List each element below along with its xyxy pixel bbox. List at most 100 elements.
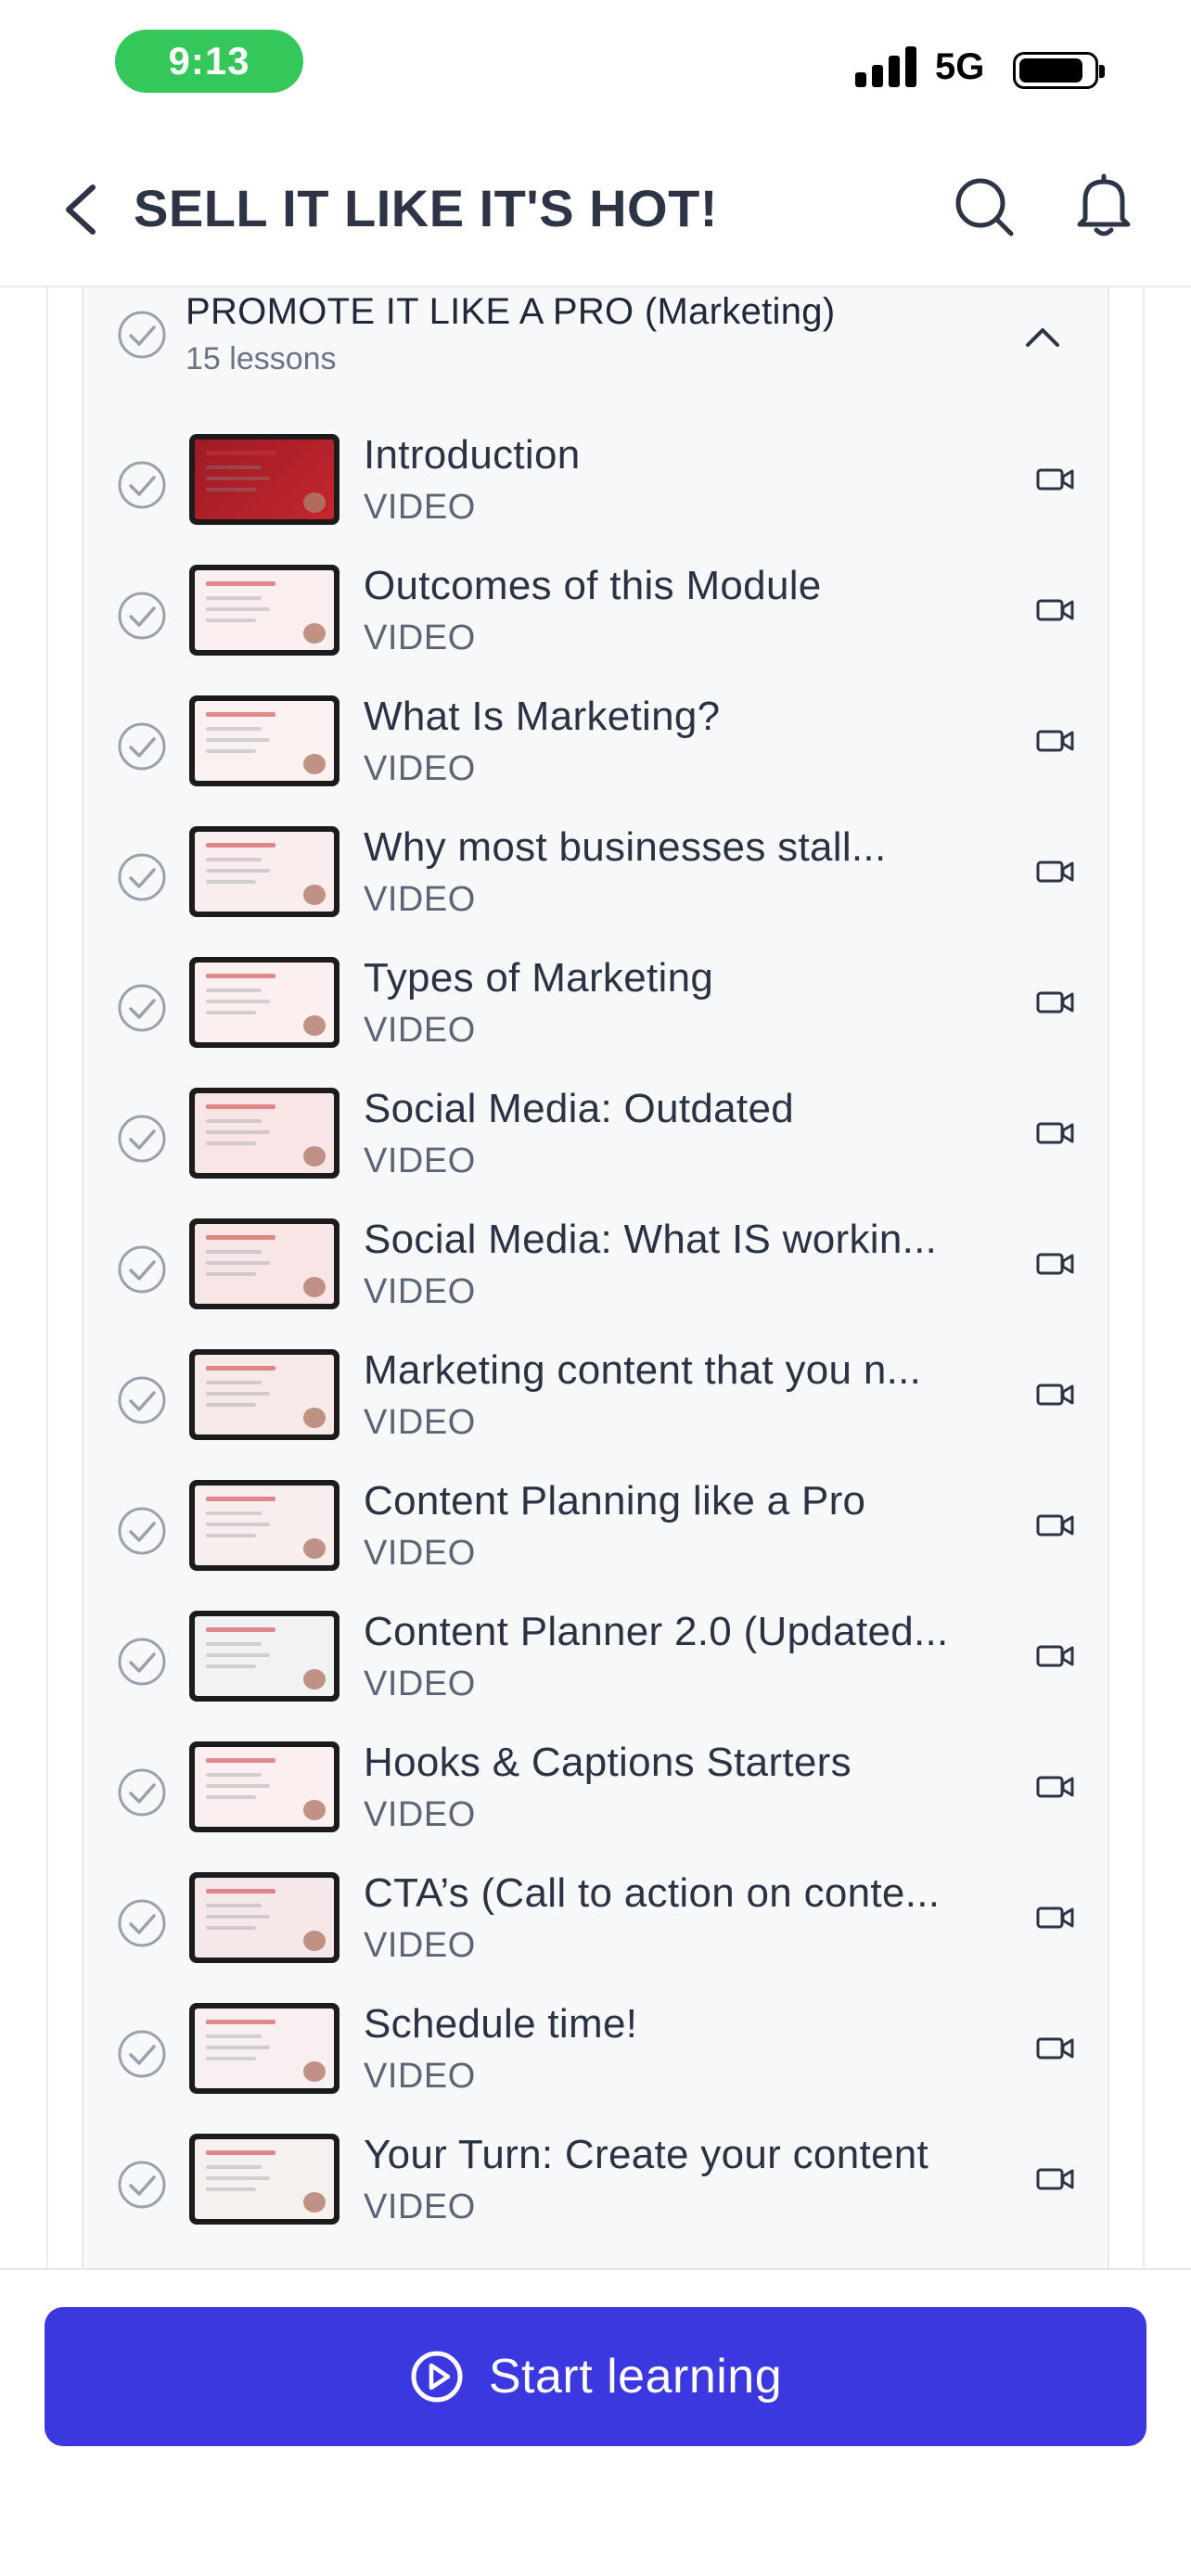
lesson-title: Social Media: Outdated — [364, 1086, 794, 1131]
lesson-check-icon[interactable] — [117, 591, 167, 641]
lesson-item[interactable]: Hooks & Captions Starters VIDEO — [83, 1721, 1111, 1852]
lesson-check-icon[interactable] — [117, 1375, 167, 1425]
lesson-type: VIDEO — [364, 880, 476, 919]
lesson-item[interactable]: Social Media: Outdated VIDEO — [83, 1067, 1111, 1198]
module-check-icon — [118, 311, 166, 359]
lesson-title: Social Media: What IS workin... — [364, 1217, 938, 1262]
lesson-item[interactable]: Schedule time! VIDEO — [83, 1983, 1111, 2113]
search-icon[interactable] — [952, 174, 1017, 239]
lesson-check-icon[interactable] — [117, 1767, 167, 1817]
lesson-thumbnail[interactable] — [189, 2134, 339, 2225]
lesson-thumbnail[interactable] — [189, 2003, 339, 2094]
lesson-thumbnail[interactable] — [189, 826, 339, 917]
lesson-title: Outcomes of this Module — [364, 563, 822, 608]
video-camera-icon — [1036, 2168, 1074, 2190]
page-title: SELL IT LIKE IT'S HOT! — [134, 179, 718, 237]
battery-icon — [1013, 52, 1105, 89]
lesson-check-icon[interactable] — [117, 2160, 167, 2210]
network-type: 5G — [935, 46, 985, 87]
video-camera-icon — [1036, 2037, 1074, 2060]
lesson-type: VIDEO — [364, 1534, 476, 1573]
start-learning-button[interactable]: Start learning — [45, 2307, 1146, 2446]
lesson-type: VIDEO — [364, 749, 476, 788]
lesson-thumbnail[interactable] — [189, 1218, 339, 1309]
video-camera-icon — [1036, 1645, 1074, 1667]
lesson-check-icon[interactable] — [117, 1898, 167, 1948]
lesson-check-icon[interactable] — [117, 2029, 167, 2079]
lesson-type: VIDEO — [364, 1011, 476, 1050]
lesson-item[interactable]: Types of Marketing VIDEO — [83, 937, 1111, 1067]
lesson-title: CTA’s (Call to action on conte... — [364, 1870, 941, 1916]
play-circle-icon — [411, 2351, 463, 2403]
lesson-item[interactable]: Marketing content that you n... VIDEO — [83, 1329, 1111, 1460]
video-camera-icon — [1036, 1253, 1074, 1275]
video-camera-icon — [1036, 599, 1074, 621]
lesson-item[interactable]: Introduction VIDEO — [83, 414, 1111, 544]
video-camera-icon — [1036, 730, 1074, 752]
course-content[interactable]: PROMOTE IT LIKE A PRO (Marketing) 15 les… — [0, 287, 1191, 2268]
lesson-item[interactable]: Outcomes of this Module VIDEO — [83, 544, 1111, 675]
module-title[interactable]: PROMOTE IT LIKE A PRO (Marketing) — [186, 291, 835, 333]
back-chevron-icon[interactable] — [58, 182, 104, 237]
lesson-item[interactable]: Content Planning like a Pro VIDEO — [83, 1460, 1111, 1590]
lesson-type: VIDEO — [364, 2187, 476, 2226]
bell-icon[interactable] — [1072, 172, 1135, 239]
lesson-thumbnail[interactable] — [189, 1088, 339, 1179]
lesson-type: VIDEO — [364, 1795, 476, 1834]
lesson-title: Hooks & Captions Starters — [364, 1740, 852, 1785]
video-camera-icon — [1036, 1514, 1074, 1537]
lesson-title: What Is Marketing? — [364, 694, 721, 739]
lesson-check-icon[interactable] — [117, 1506, 167, 1556]
lesson-title: Types of Marketing — [364, 955, 714, 1001]
video-camera-icon — [1036, 468, 1074, 491]
lesson-type: VIDEO — [364, 1272, 476, 1311]
lesson-item[interactable]: What Is Marketing? VIDEO — [83, 675, 1111, 806]
lesson-item[interactable]: CTA’s (Call to action on conte... VIDEO — [83, 1852, 1111, 1983]
video-camera-icon — [1036, 991, 1074, 1014]
video-camera-icon — [1036, 1776, 1074, 1798]
lesson-item[interactable]: Content Planner 2.0 (Updated... VIDEO — [83, 1590, 1111, 1721]
lesson-thumbnail[interactable] — [189, 1741, 339, 1832]
status-bar: 9:13 5G — [0, 0, 1191, 130]
footer-bar: Start learning — [0, 2268, 1191, 2576]
lesson-type: VIDEO — [364, 1403, 476, 1442]
lesson-thumbnail[interactable] — [189, 1611, 339, 1702]
lesson-check-icon[interactable] — [117, 721, 167, 772]
lesson-check-icon[interactable] — [117, 460, 167, 510]
lesson-type: VIDEO — [364, 1141, 476, 1180]
lesson-type: VIDEO — [364, 618, 476, 657]
lesson-thumbnail[interactable] — [189, 695, 339, 786]
lesson-title: Content Planner 2.0 (Updated... — [364, 1609, 949, 1654]
lesson-check-icon[interactable] — [117, 1637, 167, 1687]
lesson-title: Introduction — [364, 432, 581, 478]
lesson-thumbnail[interactable] — [189, 1872, 339, 1963]
status-time: 9:13 — [115, 30, 303, 93]
lesson-type: VIDEO — [364, 488, 476, 527]
video-camera-icon — [1036, 1384, 1074, 1406]
lesson-item[interactable]: Why most businesses stall... VIDEO — [83, 806, 1111, 937]
lesson-check-icon[interactable] — [117, 983, 167, 1033]
lesson-item[interactable]: Your Turn: Create your content VIDEO — [83, 2113, 1111, 2244]
lesson-title: Content Planning like a Pro — [364, 1478, 866, 1524]
lesson-thumbnail[interactable] — [189, 565, 339, 656]
cellular-signal-icon — [855, 45, 916, 87]
lesson-thumbnail[interactable] — [189, 957, 339, 1048]
lesson-title: Marketing content that you n... — [364, 1347, 922, 1393]
lesson-thumbnail[interactable] — [189, 434, 339, 525]
lesson-item[interactable]: Social Media: What IS workin... VIDEO — [83, 1198, 1111, 1329]
lesson-title: Your Turn: Create your content — [364, 2132, 929, 2177]
module-section: PROMOTE IT LIKE A PRO (Marketing) 15 les… — [82, 287, 1109, 2268]
start-learning-label: Start learning — [488, 2350, 783, 2404]
lesson-type: VIDEO — [364, 2057, 476, 2096]
lesson-title: Why most businesses stall... — [364, 824, 887, 870]
lesson-title: Schedule time! — [364, 2001, 638, 2047]
lesson-check-icon[interactable] — [117, 1244, 167, 1294]
lesson-check-icon[interactable] — [117, 852, 167, 902]
video-camera-icon — [1036, 1122, 1074, 1144]
chevron-up-icon[interactable] — [1022, 323, 1063, 351]
app-header: SELL IT LIKE IT'S HOT! — [0, 130, 1191, 287]
lesson-thumbnail[interactable] — [189, 1349, 339, 1440]
lesson-thumbnail[interactable] — [189, 1480, 339, 1571]
lesson-check-icon[interactable] — [117, 1114, 167, 1164]
lesson-type: VIDEO — [364, 1926, 476, 1965]
